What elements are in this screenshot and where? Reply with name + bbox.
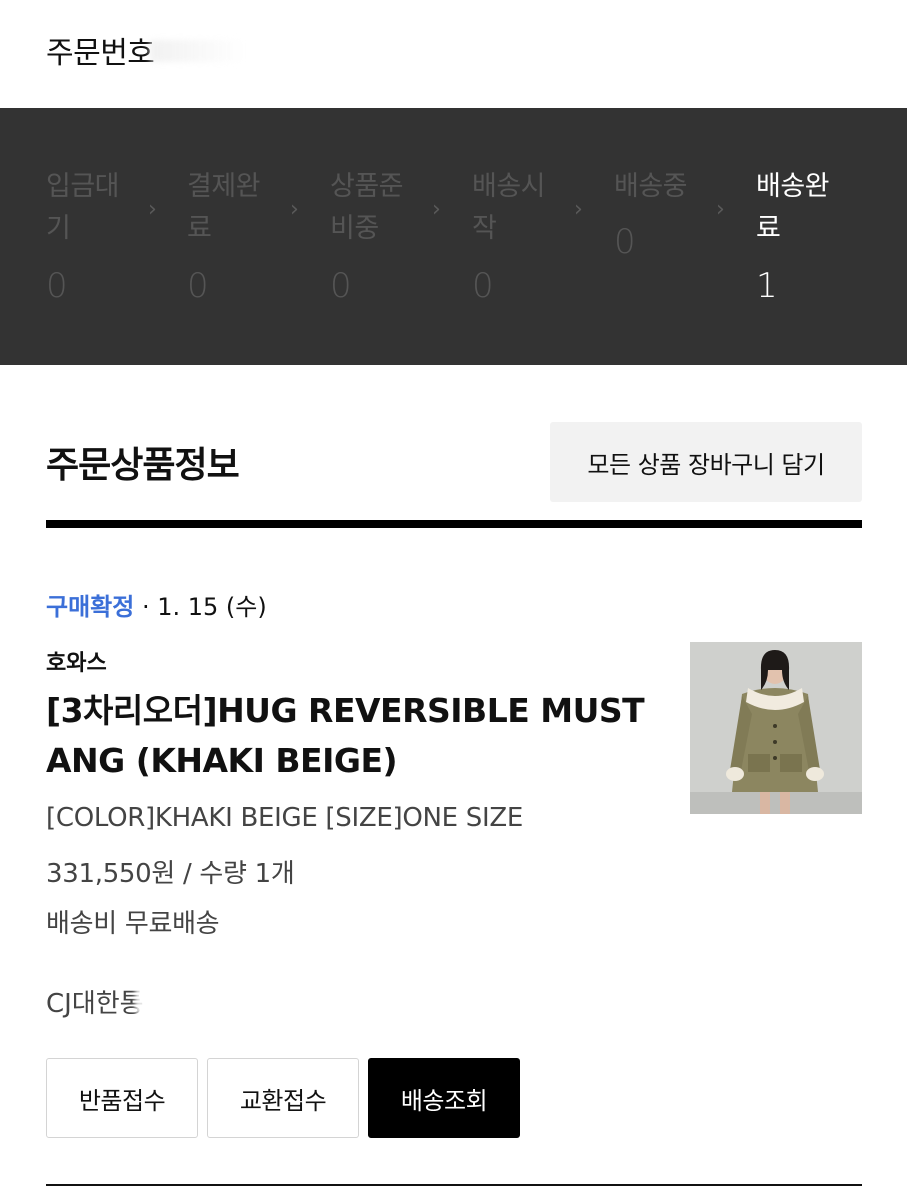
chevron-right-icon: › bbox=[290, 197, 299, 222]
product-thumbnail[interactable] bbox=[690, 642, 862, 814]
chevron-right-icon: › bbox=[574, 197, 583, 222]
chevron-right-icon: › bbox=[148, 197, 157, 222]
status-step-preparing[interactable]: 상품준비중 0 bbox=[330, 166, 420, 308]
item-divider bbox=[46, 1184, 862, 1186]
shipping-fee: 배송비 무료배송 bbox=[46, 909, 220, 939]
step-count: 0 bbox=[46, 266, 68, 306]
step-label: 상품준비중 bbox=[330, 171, 404, 244]
courier-name: CJ대한통 bbox=[46, 989, 144, 1019]
purchase-confirmed-status: 구매확정 bbox=[46, 593, 135, 621]
product-option: [COLOR]KHAKI BEIGE [SIZE]ONE SIZE bbox=[46, 803, 523, 833]
chevron-right-icon: › bbox=[432, 197, 441, 222]
step-label: 입금대기 bbox=[46, 171, 120, 244]
order-number-title: 주문번호 bbox=[46, 36, 155, 71]
purchase-date: · 1. 15 (수) bbox=[134, 593, 267, 621]
step-count: 1 bbox=[756, 266, 778, 306]
order-status-panel: 입금대기 0 › 결제완료 0 › 상품준비중 0 › 배송시작 0 › 배송중… bbox=[0, 108, 907, 365]
step-label: 배송완료 bbox=[756, 171, 830, 244]
track-delivery-button[interactable]: 배송조회 bbox=[368, 1058, 520, 1138]
courier-redacted bbox=[135, 988, 175, 1014]
step-count: 0 bbox=[472, 266, 494, 306]
step-label: 배송중 bbox=[614, 171, 688, 202]
order-number-redacted bbox=[150, 40, 245, 62]
step-count: 0 bbox=[614, 222, 636, 262]
add-all-to-cart-button[interactable]: 모든 상품 장바구니 담기 bbox=[550, 422, 862, 502]
step-count: 0 bbox=[187, 266, 209, 306]
brand-name[interactable]: 호와스 bbox=[46, 645, 107, 677]
section-title: 주문상품정보 bbox=[46, 445, 240, 486]
status-step-in-transit[interactable]: 배송중 0 bbox=[614, 166, 714, 264]
return-request-button[interactable]: 반품접수 bbox=[46, 1058, 198, 1138]
purchase-status-row: 구매확정 · 1. 15 (수) bbox=[46, 590, 267, 624]
status-step-shipping-start[interactable]: 배송시작 0 bbox=[472, 166, 562, 308]
product-name[interactable]: [3차리오더]HUG REVERSIBLE MUSTANG (KHAKI BEI… bbox=[46, 686, 646, 786]
product-price-quantity: 331,550원 / 수량 1개 bbox=[46, 859, 295, 889]
step-count: 0 bbox=[330, 266, 352, 306]
status-step-pending-deposit[interactable]: 입금대기 0 bbox=[46, 166, 136, 308]
status-step-payment-complete[interactable]: 결제완료 0 bbox=[187, 166, 277, 308]
product-photo bbox=[690, 642, 862, 814]
section-divider bbox=[46, 520, 862, 528]
step-label: 배송시작 bbox=[472, 171, 546, 244]
chevron-right-icon: › bbox=[716, 197, 725, 222]
step-label: 결제완료 bbox=[187, 171, 261, 244]
exchange-request-button[interactable]: 교환접수 bbox=[207, 1058, 359, 1138]
status-step-delivered[interactable]: 배송완료 1 bbox=[756, 166, 846, 308]
